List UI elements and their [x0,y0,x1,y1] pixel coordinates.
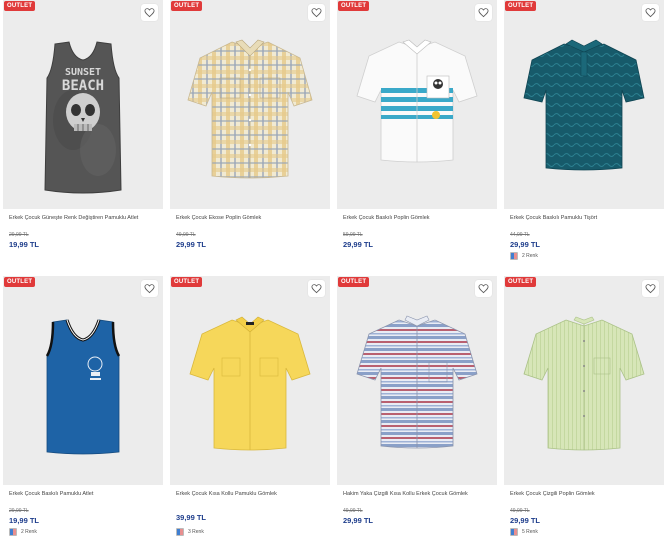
product-image[interactable]: SUNSET BEACH OUTLET [3,0,163,209]
favorite-heart-icon[interactable] [141,280,158,297]
color-options[interactable]: 3 Renk [176,528,204,536]
tank-top-image: SUNSET BEACH [44,41,122,194]
product-name[interactable]: Hakim Yaka Çizgili Kısa Kollu Erkek Çocu… [343,491,495,497]
sale-price: 19,99 TL [9,516,40,525]
product-image[interactable]: OUTLET [3,276,163,485]
product-image[interactable]: OUTLET [337,0,497,209]
outlet-badge: OUTLET [338,277,370,287]
color-count: 5 Renk [522,529,538,535]
color-count: 2 Renk [21,529,37,535]
tank-top-image [45,319,121,455]
favorite-heart-icon[interactable] [475,280,492,297]
sale-price: 39,99 TL [176,513,207,522]
sale-price: 29,99 TL [510,240,541,249]
old-price: 49,99 TL [343,508,363,514]
favorite-heart-icon[interactable] [308,280,325,297]
color-options[interactable]: 5 Renk [510,528,538,536]
favorite-heart-icon[interactable] [308,4,325,21]
outlet-badge: OUTLET [505,1,537,11]
favorite-heart-icon[interactable] [475,4,492,21]
outlet-badge: OUTLET [4,1,36,11]
old-price: 29,99 TL [9,508,29,514]
product-image[interactable]: OUTLET [170,0,330,209]
old-price: 59,99 TL [343,232,363,238]
product-name[interactable]: Erkek Çocuk Güneşte Renk Değiştiren Pamu… [9,215,161,221]
polo-shirt-image [523,39,645,171]
plaid-shirt-image [187,39,313,179]
color-options[interactable]: 2 Renk [9,528,37,536]
outlet-badge: OUTLET [338,1,370,11]
favorite-heart-icon[interactable] [141,4,158,21]
green-shirt-image [523,316,645,451]
color-count: 3 Renk [188,529,204,535]
product-name[interactable]: Erkek Çocuk Baskılı Pamuklu Atlet [9,491,161,497]
favorite-heart-icon[interactable] [642,4,659,21]
product-name[interactable]: Erkek Çocuk Kısa Kollu Pamuklu Gömlek [176,491,328,497]
product-image[interactable]: OUTLET [504,276,664,485]
color-swatch-icon [176,528,184,536]
favorite-heart-icon[interactable] [642,280,659,297]
yellow-shirt-image [189,316,311,451]
product-name[interactable]: Erkek Çocuk Çizgili Poplin Gömlek [510,491,662,497]
old-price: 29,99 TL [9,232,29,238]
sale-price: 29,99 TL [343,516,374,525]
old-price: 49,99 TL [510,508,530,514]
product-image[interactable]: OUTLET [337,276,497,485]
striped-shirt-image [356,315,478,449]
product-name[interactable]: Erkek Çocuk Ekose Poplin Gömlek [176,215,328,221]
sale-price: 29,99 TL [510,516,541,525]
product-name[interactable]: Erkek Çocuk Baskılı Poplin Gömlek [343,215,495,221]
outlet-badge: OUTLET [171,277,203,287]
color-options[interactable]: 2 Renk [510,252,538,260]
sale-price: 29,99 TL [343,240,374,249]
color-swatch-icon [9,528,17,536]
color-count: 2 Renk [522,253,538,259]
old-price: 49,99 TL [176,232,196,238]
product-image[interactable]: OUTLET [504,0,664,209]
color-swatch-icon [510,252,518,260]
outlet-badge: OUTLET [171,1,203,11]
product-name[interactable]: Erkek Çocuk Baskılı Pamuklu Tişört [510,215,662,221]
sale-price: 29,99 TL [176,240,207,249]
print-line2: BEACH [62,78,104,94]
outlet-badge: OUTLET [505,277,537,287]
color-swatch-icon [510,528,518,536]
product-image[interactable]: OUTLET [170,276,330,485]
printed-shirt-image [356,39,478,163]
print-line1: SUNSET [65,67,101,78]
sale-price: 19,99 TL [9,240,40,249]
old-price: 44,99 TL [510,232,530,238]
outlet-badge: OUTLET [4,277,36,287]
